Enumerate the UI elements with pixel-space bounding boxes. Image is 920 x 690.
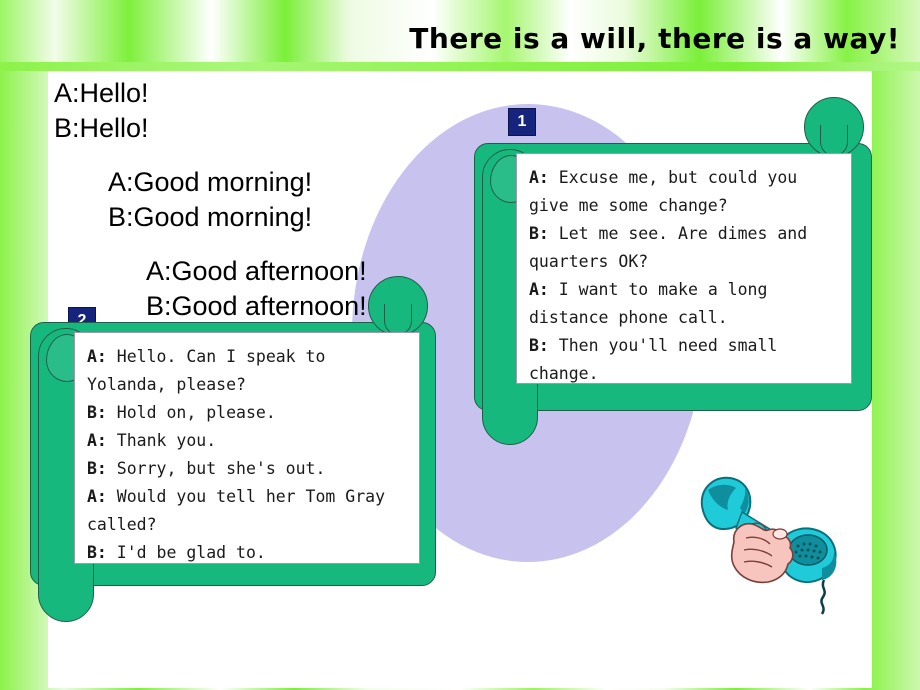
page-title: There is a will, there is a way! [409, 22, 900, 55]
dialogue-paper-2: A: Hello. Can I speak to Yolanda, please… [74, 332, 420, 564]
greeting-line: B:Good morning! [108, 202, 313, 232]
greeting-line: B:Good afternoon! [146, 291, 367, 321]
greetings-block: A:Hello! B:Hello! A:Good morning! B:Good… [54, 76, 367, 324]
telephone-handset-icon [690, 472, 850, 622]
dialogue-paper-1: A: Excuse me, but could you give me some… [516, 153, 852, 384]
greeting-line: A:Hello! [54, 78, 149, 108]
dialogue-text-2: A: Hello. Can I speak to Yolanda, please… [87, 347, 386, 562]
greeting-group-3: A:Good afternoon! B:Good afternoon! [146, 254, 367, 324]
dialogue-box-1[interactable]: A: Excuse me, but could you give me some… [474, 97, 872, 445]
greeting-group-2: A:Good morning! B:Good morning! [108, 165, 367, 235]
greeting-group-1: A:Hello! B:Hello! [54, 76, 367, 146]
dialogue-box-2[interactable]: A: Hello. Can I speak to Yolanda, please… [30, 276, 436, 622]
scroll-curl-top-right [368, 276, 430, 336]
greeting-line: B:Hello! [54, 113, 149, 143]
dialogue-number-badge-1: 1 [508, 108, 536, 136]
scroll-roll-notch [820, 125, 848, 156]
header-underline [0, 62, 920, 71]
dialogue-text-1: A: Excuse me, but could you give me some… [529, 168, 808, 383]
slide-canvas: There is a will, there is a way! A:Hello… [0, 0, 920, 690]
scroll-roll-notch [384, 304, 412, 335]
scroll-curl-top-right [804, 97, 866, 157]
greeting-line: A:Good morning! [108, 167, 313, 197]
greeting-line: A:Good afternoon! [146, 256, 367, 286]
